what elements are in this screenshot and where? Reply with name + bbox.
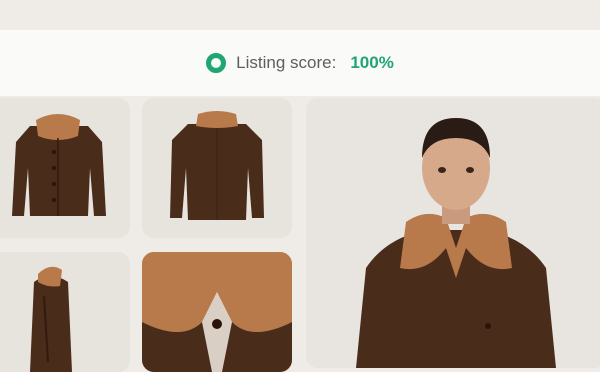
score-ring-icon [206, 53, 227, 73]
jacket-collar-closeup-image[interactable] [142, 252, 292, 372]
jacket-side-image[interactable] [0, 252, 130, 372]
jacket-back-image[interactable] [142, 98, 292, 238]
listing-score: Listing score: 100% [0, 30, 600, 96]
listing-score-label: Listing score: [236, 53, 337, 72]
listing-score-value: 100% [350, 53, 394, 72]
model-wearing-jacket-image[interactable] [306, 98, 600, 368]
listing-score-bar: Listing score: 100% [0, 30, 600, 96]
jacket-front-image[interactable] [0, 98, 130, 238]
